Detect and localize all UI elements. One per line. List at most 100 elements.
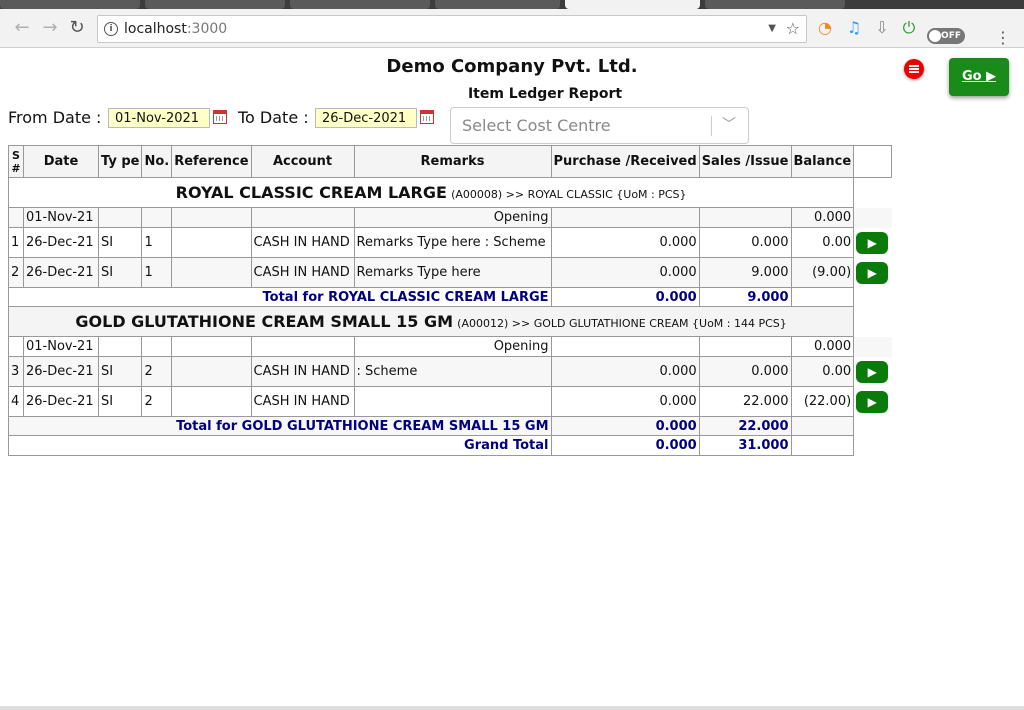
cell-purchase: 0.000 xyxy=(550,257,700,288)
browser-tab[interactable] xyxy=(705,0,845,9)
hamburger-menu-icon[interactable] xyxy=(904,59,924,79)
cell-sn: 3 xyxy=(8,356,24,387)
cell-no: 1 xyxy=(141,257,173,288)
back-icon[interactable]: ← xyxy=(12,18,32,38)
cell-type: SI xyxy=(97,356,143,387)
browser-tab-active[interactable] xyxy=(565,0,700,9)
cost-centre-select[interactable]: Select Cost Centre ﹀ xyxy=(450,107,749,144)
toggle-label: OFF xyxy=(941,31,961,41)
table-row: 4 26-Dec-21 SI 2 CASH IN HAND 0.000 22.0… xyxy=(8,386,892,417)
browser-tab[interactable] xyxy=(145,0,285,9)
item-name: ROYAL CLASSIC CREAM LARGE xyxy=(175,183,447,202)
cell-sales: 0.000 xyxy=(698,356,792,387)
cell-no: 2 xyxy=(141,386,173,417)
group-total-row: Total for ROYAL CLASSIC CREAM LARGE 0.00… xyxy=(8,287,892,307)
col-header-no: No. xyxy=(141,145,173,178)
grand-total-label: Grand Total xyxy=(8,435,552,456)
go-button[interactable]: Go ▶ xyxy=(949,58,1009,96)
group-total-label: Total for GOLD GLUTATHIONE CREAM SMALL 1… xyxy=(8,416,552,436)
item-group-header: GOLD GLUTATHIONE CREAM SMALL 15 GM (A000… xyxy=(7,306,892,337)
group-total-label: Total for ROYAL CLASSIC CREAM LARGE xyxy=(8,287,552,307)
from-date-input[interactable]: 01-Nov-2021 xyxy=(108,108,210,128)
ledger-table: S # Date Ty pe No. Reference Account Rem… xyxy=(7,145,893,456)
cell-balance: 0.00 xyxy=(790,227,855,258)
extension-toggle[interactable]: OFF xyxy=(927,28,965,44)
col-header-sales: Sales /Issue xyxy=(698,145,792,178)
power-icon[interactable]: ⏻ xyxy=(900,19,918,37)
browser-tab[interactable] xyxy=(0,0,140,9)
browser-tab[interactable] xyxy=(290,0,430,9)
browser-tab[interactable] xyxy=(435,0,560,9)
play-icon[interactable]: ▶ xyxy=(856,231,889,254)
cell-account: CASH IN HAND xyxy=(250,227,355,258)
opening-row: 01-Nov-21 Opening 0.000 xyxy=(8,207,892,228)
cell-remarks: Remarks Type here : Scheme xyxy=(353,227,552,258)
headphones-icon[interactable]: ♫ xyxy=(845,19,863,37)
status-bar xyxy=(0,706,1024,710)
group-total-row: Total for GOLD GLUTATHIONE CREAM SMALL 1… xyxy=(8,416,892,436)
more-menu-icon[interactable]: ⋮ xyxy=(995,28,1011,47)
table-header-row: S # Date Ty pe No. Reference Account Rem… xyxy=(8,145,893,178)
table-row: 1 26-Dec-21 SI 1 CASH IN HAND Remarks Ty… xyxy=(8,227,892,258)
grand-total-row: Grand Total 0.000 31.000 xyxy=(8,435,892,456)
col-header-date: Date xyxy=(23,145,99,178)
cell-account: CASH IN HAND xyxy=(250,356,355,387)
cell-reference xyxy=(171,386,252,417)
calendar-icon[interactable] xyxy=(213,110,227,124)
opening-date: 01-Nov-21 xyxy=(23,336,99,357)
chevron-down-icon[interactable]: ﹀ xyxy=(722,108,736,143)
item-group-header: ROYAL CLASSIC CREAM LARGE (A00008) >> RO… xyxy=(7,177,892,208)
reload-icon[interactable]: ↻ xyxy=(67,18,87,38)
url-port: :3000 xyxy=(186,21,228,37)
cell-account: CASH IN HAND xyxy=(250,386,355,417)
address-bar[interactable]: i localhost:3000 ▼ ☆ xyxy=(97,15,807,43)
opening-balance: 0.000 xyxy=(790,207,855,228)
item-detail: (A00012) >> GOLD GLUTATHIONE CREAM {UoM … xyxy=(457,317,787,330)
cell-reference xyxy=(171,257,252,288)
info-icon[interactable]: i xyxy=(104,22,118,36)
cell-balance: 0.00 xyxy=(790,356,855,387)
cell-date: 26-Dec-21 xyxy=(23,257,99,288)
cell-remarks xyxy=(353,386,552,417)
cell-remarks: Remarks Type here xyxy=(353,257,552,288)
download-icon[interactable]: ⇩ xyxy=(873,19,891,37)
star-icon[interactable]: ☆ xyxy=(786,16,800,42)
cell-sn: 4 xyxy=(8,386,24,417)
extension-icon[interactable]: ◔ xyxy=(816,19,834,37)
group-total-sales: 22.000 xyxy=(698,416,792,436)
forward-icon[interactable]: → xyxy=(40,18,60,38)
chevron-down-icon[interactable]: ▼ xyxy=(768,16,776,42)
cell-reference xyxy=(171,356,252,387)
table-row: 3 26-Dec-21 SI 2 CASH IN HAND : Scheme 0… xyxy=(8,356,892,387)
opening-balance: 0.000 xyxy=(790,336,855,357)
cell-type: SI xyxy=(97,257,143,288)
opening-date: 01-Nov-21 xyxy=(23,207,99,228)
cell-type: SI xyxy=(97,386,143,417)
calendar-icon[interactable] xyxy=(420,110,434,124)
to-date-label: To Date : xyxy=(238,108,309,127)
cell-account: CASH IN HAND xyxy=(250,257,355,288)
cell-balance: (22.00) xyxy=(790,386,855,417)
item-name: GOLD GLUTATHIONE CREAM SMALL 15 GM xyxy=(75,312,454,331)
cell-purchase: 0.000 xyxy=(550,356,700,387)
cell-no: 2 xyxy=(141,356,173,387)
item-detail: (A00008) >> ROYAL CLASSIC {UoM : PCS} xyxy=(451,188,687,201)
grand-total-purchase: 0.000 xyxy=(550,435,700,456)
browser-toolbar: ← → ↻ i localhost:3000 ▼ ☆ ◔ ♫ ⇩ ⏻ OFF ⋮ xyxy=(0,9,1024,48)
cell-no: 1 xyxy=(141,227,173,258)
cell-date: 26-Dec-21 xyxy=(23,356,99,387)
play-icon[interactable]: ▶ xyxy=(856,261,889,284)
cell-sales: 9.000 xyxy=(698,257,792,288)
play-icon[interactable]: ▶ xyxy=(856,360,889,383)
cell-purchase: 0.000 xyxy=(550,227,700,258)
group-total-purchase: 0.000 xyxy=(550,416,700,436)
cell-date: 26-Dec-21 xyxy=(23,227,99,258)
opening-row: 01-Nov-21 Opening 0.000 xyxy=(8,336,892,357)
col-header-purchase: Purchase /Received xyxy=(550,145,700,178)
from-date-label: From Date : xyxy=(8,108,102,127)
cost-centre-placeholder: Select Cost Centre xyxy=(462,116,611,135)
play-icon[interactable]: ▶ xyxy=(856,390,889,413)
cell-reference xyxy=(171,227,252,258)
browser-tab-strip xyxy=(0,0,1024,9)
to-date-input[interactable]: 26-Dec-2021 xyxy=(315,108,417,128)
